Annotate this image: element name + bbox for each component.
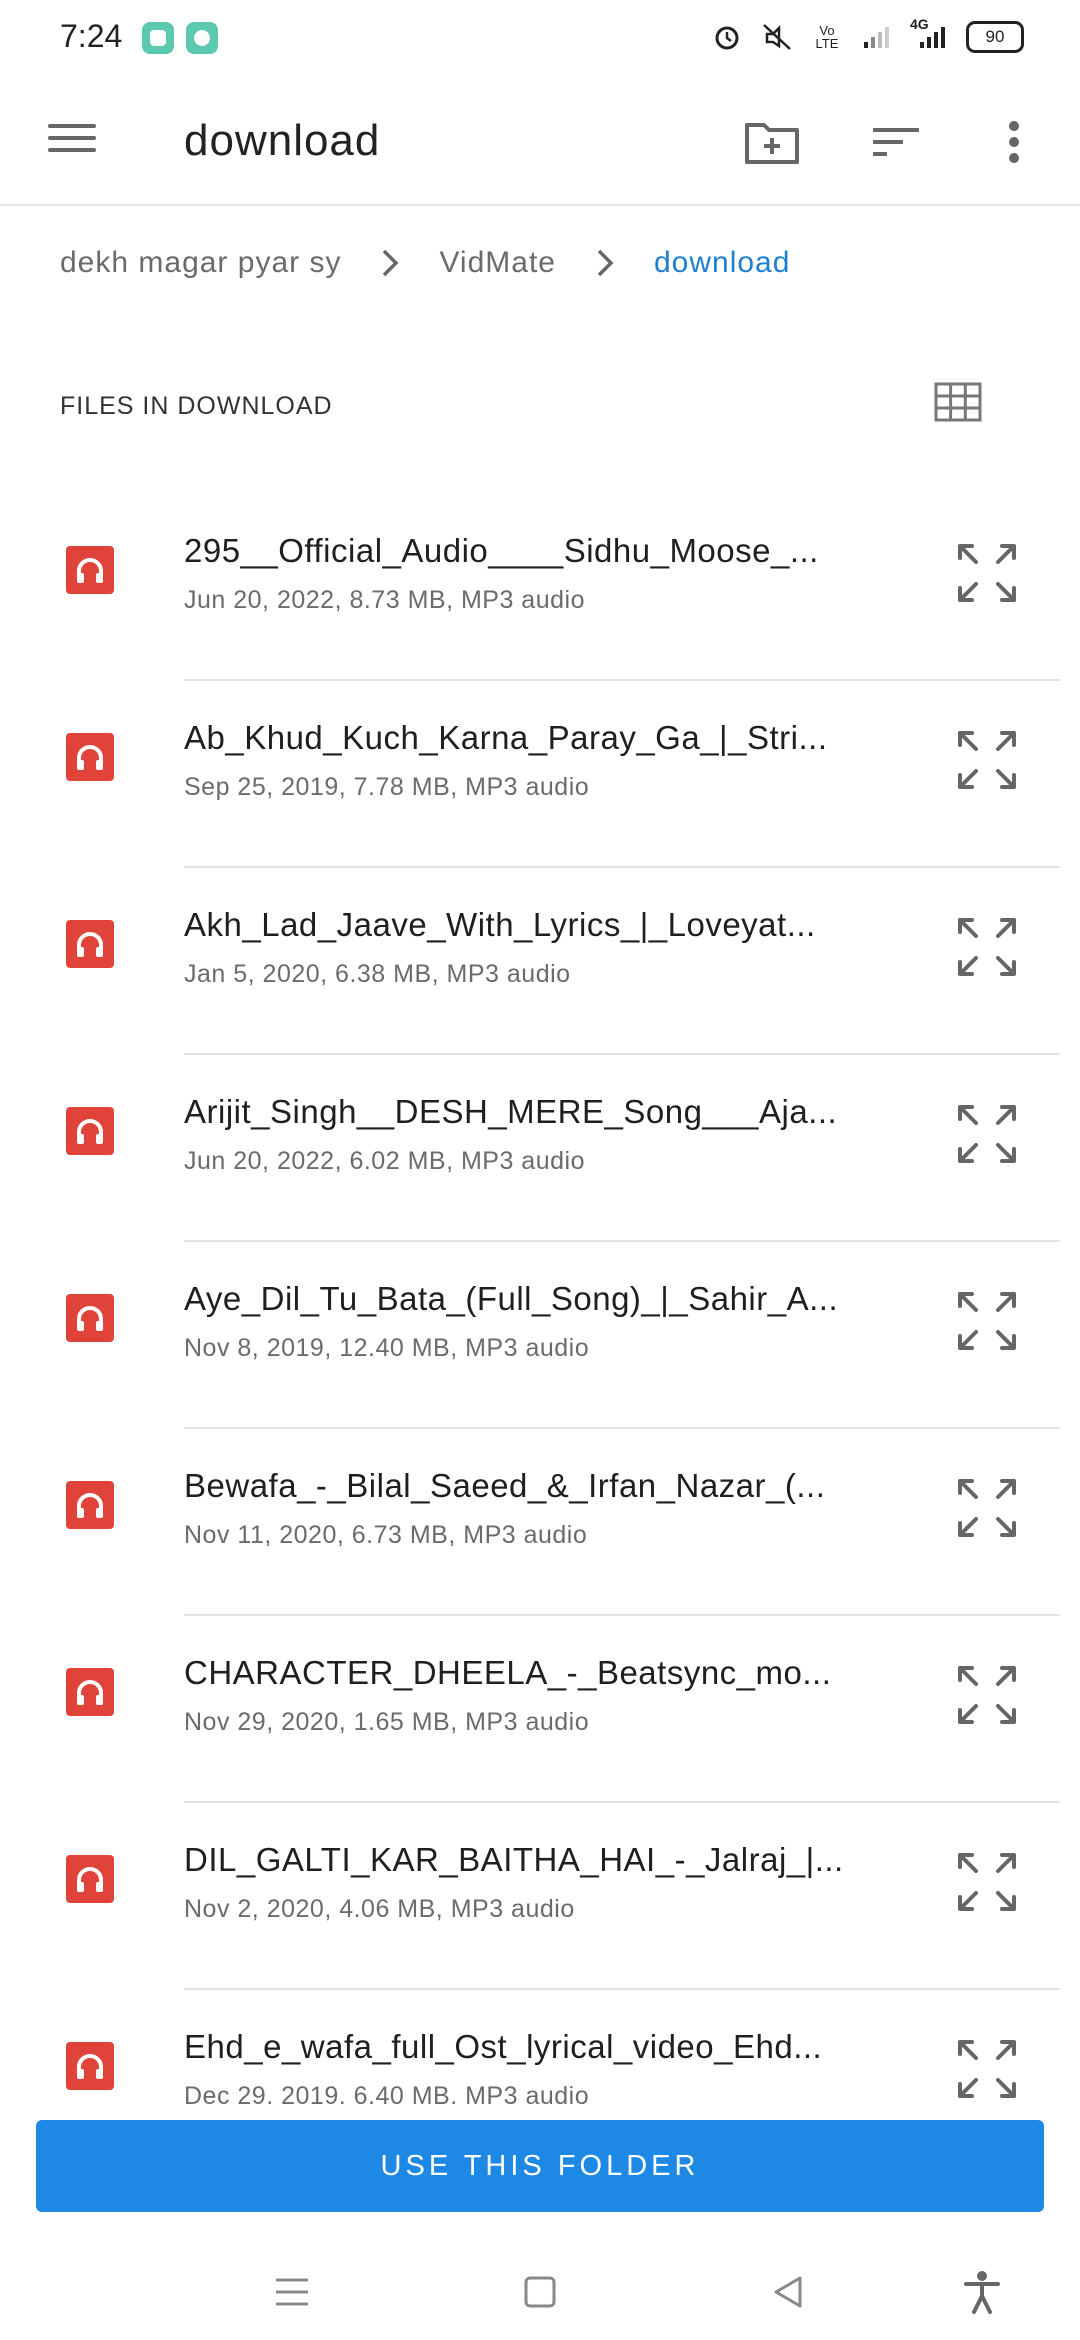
home-button[interactable]	[512, 2264, 568, 2320]
headphones-icon	[66, 546, 114, 594]
file-list: 295__Official_Audio____Sidhu_Moose_... Ju…	[0, 494, 1080, 2104]
status-icons: Vo LTE 4G 90	[710, 16, 1024, 54]
breadcrumb: dekh magar pyar sy VidMate download	[60, 246, 790, 280]
use-this-folder-button[interactable]: USE THIS FOLDER	[36, 2120, 1044, 2212]
file-list-item[interactable]: Arijit_Singh__DESH_MERE_Song___Aja... Jun…	[0, 1055, 1080, 1242]
recent-apps-button[interactable]	[264, 2264, 320, 2320]
recents-menu-icon	[276, 2278, 308, 2306]
file-meta: Dec 29, 2019, 6.40 MB, MP3 audio	[184, 2082, 590, 2104]
hamburger-icon-line	[48, 124, 96, 128]
network-type-label: 4G	[910, 16, 929, 32]
file-list-item[interactable]: Ehd_e_wafa_full_Ost_lyrical_video_Ehd...…	[0, 1990, 1080, 2104]
volte-icon: Vo LTE	[815, 23, 839, 51]
file-meta: Jan 5, 2020, 6.38 MB, MP3 audio	[184, 960, 571, 988]
file-list-item[interactable]: 295__Official_Audio____Sidhu_Moose_... Ju…	[0, 494, 1080, 681]
file-name: Akh_Lad_Jaave_With_Lyrics_|_Loveyat...	[184, 906, 816, 943]
home-square-icon	[524, 2276, 556, 2308]
file-name: Ehd_e_wafa_full_Ost_lyrical_video_Ehd...	[184, 2028, 823, 2065]
accessibility-button[interactable]	[954, 2264, 1010, 2320]
battery-icon: 90	[966, 21, 1024, 53]
grid-view-icon	[934, 382, 982, 422]
file-list-item[interactable]: Ab_Khud_Kuch_Karna_Paray_Ga_|_Stri... Sep…	[0, 681, 1080, 868]
file-name: Bewafa_-_Bilal_Saeed_&_Irfan_Nazar_(...	[184, 1467, 826, 1504]
file-meta: Sep 25, 2019, 7.78 MB, MP3 audio	[184, 773, 590, 801]
expand-icon[interactable]	[954, 540, 1020, 606]
headphones-icon	[66, 2042, 114, 2090]
file-meta: Jun 20, 2022, 6.02 MB, MP3 audio	[184, 1147, 585, 1175]
app-notification-icon	[186, 22, 218, 54]
notification-icons	[142, 22, 218, 54]
hamburger-icon-line	[48, 148, 96, 152]
file-name: CHARACTER_DHEELA_-_Beatsync_mo...	[184, 1654, 832, 1691]
headphones-icon	[66, 1855, 114, 1903]
chevron-right-icon	[381, 248, 399, 278]
file-name: DIL_GALTI_KAR_BAITHA_HAI_-_Jalraj_|...	[184, 1841, 844, 1878]
new-folder-icon	[745, 123, 799, 164]
file-meta: Nov 8, 2019, 12.40 MB, MP3 audio	[184, 1334, 590, 1362]
menu-button[interactable]	[44, 116, 100, 168]
app-bar: download	[0, 80, 1080, 206]
headphones-icon	[66, 733, 114, 781]
headphones-icon	[66, 920, 114, 968]
alarm-icon	[710, 20, 744, 54]
file-list-item[interactable]: Bewafa_-_Bilal_Saeed_&_Irfan_Nazar_(... N…	[0, 1429, 1080, 1616]
file-name: Aye_Dil_Tu_Bata_(Full_Song)_|_Sahir_A...	[184, 1280, 839, 1317]
breadcrumb-item-current[interactable]: download	[654, 246, 790, 280]
file-name: 295__Official_Audio____Sidhu_Moose_...	[184, 532, 819, 569]
headphones-icon	[66, 1481, 114, 1529]
system-nav-bar	[0, 2240, 1080, 2340]
file-list-item[interactable]: Akh_Lad_Jaave_With_Lyrics_|_Loveyat... Ja…	[0, 868, 1080, 1055]
page-title: download	[184, 116, 381, 165]
more-vertical-icon	[1009, 121, 1019, 163]
grid-view-button[interactable]	[934, 382, 982, 426]
expand-icon[interactable]	[954, 1288, 1020, 1354]
back-button[interactable]	[760, 2264, 816, 2320]
mobile-data-signal-icon: 4G	[910, 16, 950, 54]
more-options-button[interactable]	[986, 114, 1042, 170]
expand-icon[interactable]	[954, 2036, 1020, 2102]
expand-icon[interactable]	[954, 1849, 1020, 1915]
headphones-icon	[66, 1107, 114, 1155]
file-list-item[interactable]: Aye_Dil_Tu_Bata_(Full_Song)_|_Sahir_A...…	[0, 1242, 1080, 1429]
chevron-right-icon	[596, 248, 614, 278]
back-triangle-icon	[774, 2276, 802, 2308]
hamburger-icon-line	[48, 136, 96, 140]
expand-icon[interactable]	[954, 1475, 1020, 1541]
status-time: 7:24	[60, 18, 123, 54]
file-meta: Nov 11, 2020, 6.73 MB, MP3 audio	[184, 1521, 588, 1549]
file-meta: Jun 20, 2022, 8.73 MB, MP3 audio	[184, 586, 585, 614]
expand-icon[interactable]	[954, 727, 1020, 793]
headphones-icon	[66, 1294, 114, 1342]
new-folder-button[interactable]	[744, 114, 800, 170]
file-meta: Nov 29, 2020, 1.65 MB, MP3 audio	[184, 1708, 590, 1736]
file-name: Arijit_Singh__DESH_MERE_Song___Aja...	[184, 1093, 838, 1130]
expand-icon[interactable]	[954, 914, 1020, 980]
headphones-icon	[66, 1668, 114, 1716]
file-list-item[interactable]: CHARACTER_DHEELA_-_Beatsync_mo... Nov 29,…	[0, 1616, 1080, 1803]
expand-icon[interactable]	[954, 1662, 1020, 1728]
app-notification-icon	[142, 22, 174, 54]
accessibility-icon	[964, 2271, 1000, 2314]
signal-icon	[860, 20, 894, 54]
expand-icon[interactable]	[954, 1101, 1020, 1167]
status-bar: 7:24 Vo LTE 4G 90	[0, 0, 1080, 80]
file-list-item[interactable]: DIL_GALTI_KAR_BAITHA_HAI_-_Jalraj_|... No…	[0, 1803, 1080, 1990]
breadcrumb-item[interactable]: dekh magar pyar sy	[60, 246, 341, 280]
file-meta: Nov 2, 2020, 4.06 MB, MP3 audio	[184, 1895, 575, 1923]
file-name: Ab_Khud_Kuch_Karna_Paray_Ga_|_Stri...	[184, 719, 828, 756]
section-title: FILES IN DOWNLOAD	[60, 392, 333, 420]
sort-button[interactable]	[868, 114, 924, 170]
breadcrumb-item[interactable]: VidMate	[439, 246, 556, 280]
mute-icon	[760, 20, 794, 54]
sort-icon	[873, 128, 919, 156]
